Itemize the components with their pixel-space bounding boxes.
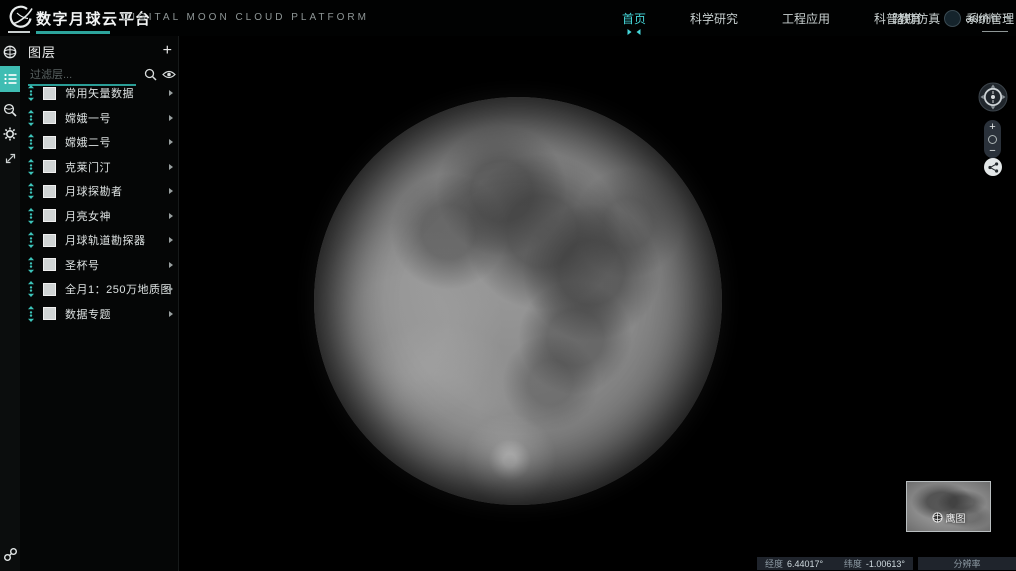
drag-handle-icon[interactable] [28,208,34,224]
coordinate-readout: 经度 6.44017° 纬度 -1.00613° [757,557,913,570]
layer-checkbox[interactable] [43,307,56,320]
layer-tree-item[interactable]: 月球探勘者 [20,179,178,204]
drag-handle-icon[interactable] [28,306,34,322]
layer-tree-item[interactable]: 月球轨道勘探器 [20,228,178,253]
latitude-value: -1.00613° [866,559,905,569]
zoom-out-button[interactable]: − [989,146,995,156]
resolution-label: 分辨率 [953,557,980,570]
chevron-right-icon[interactable] [169,139,173,145]
chevron-right-icon[interactable] [169,286,173,292]
platform-subtitle: DIGITAL MOON CLOUD PLATFORM [122,12,369,23]
layer-checkbox[interactable] [43,209,56,222]
layer-label: 嫦娥二号 [65,134,111,150]
logo-underline [8,31,30,33]
layer-tree-item[interactable]: 月亮女神 [20,204,178,229]
layer-tree-item[interactable]: 圣杯号 [20,253,178,278]
layer-checkbox[interactable] [43,283,56,296]
resolution-readout: 分辨率 [918,557,1016,570]
chevron-right-icon[interactable] [169,188,173,194]
drag-handle-icon[interactable] [28,183,34,199]
expand-icon[interactable] [0,148,20,168]
longitude-label: 经度 [765,557,783,570]
search-globe-icon[interactable] [0,100,20,120]
overview-label: 鹰图 [932,510,966,525]
chevron-right-icon[interactable] [169,237,173,243]
layer-list-icon[interactable] [0,66,20,92]
layer-tree-item[interactable]: 常用矢量数据 [20,81,178,106]
chevron-right-icon[interactable] [169,311,173,317]
link-icon[interactable] [0,544,20,564]
chevron-right-icon[interactable] [169,90,173,96]
chevron-right-icon[interactable] [169,115,173,121]
layer-label: 克莱门汀 [65,159,111,175]
globe-icon[interactable] [0,42,20,62]
layer-label: 月球探勘者 [65,183,123,199]
search-icon[interactable] [144,68,157,81]
nav-active-indicator [628,29,641,35]
layer-tree-item[interactable]: 克莱门汀 [20,155,178,180]
share-button[interactable] [984,158,1002,176]
layer-panel-header: 图层 + [28,39,172,63]
zoom-in-button[interactable]: + [989,122,995,132]
overview-minimap[interactable]: 鹰图 [906,481,991,532]
layer-tree: 常用矢量数据 嫦娥一号 嫦娥二号 克莱门汀 [20,81,178,326]
globe-icon [932,512,943,523]
layer-tree-item[interactable]: 数据专题 [20,302,178,327]
nav-item-science[interactable]: 科学研究 [668,10,760,27]
chevron-right-icon[interactable] [169,262,173,268]
drag-handle-icon[interactable] [28,85,34,101]
layer-label: 月球轨道勘探器 [65,232,146,248]
layer-checkbox[interactable] [43,185,56,198]
share-icon [988,162,999,173]
zoom-reset-button[interactable] [988,135,997,144]
drag-handle-icon[interactable] [28,110,34,126]
layer-tree-item[interactable]: 嫦娥一号 [20,106,178,131]
layer-checkbox[interactable] [43,87,56,100]
platform-logo-icon [8,4,34,30]
globe-viewport[interactable] [179,36,1016,571]
nav-item-engineering[interactable]: 工程应用 [760,10,852,27]
top-bar: 数字月球云平台 DIGITAL MOON CLOUD PLATFORM 首页 科… [0,0,1016,36]
drag-handle-icon[interactable] [28,159,34,175]
layer-checkbox[interactable] [43,234,56,247]
layer-label: 数据专题 [65,306,111,322]
drag-handle-icon[interactable] [28,232,34,248]
eye-icon[interactable] [162,70,176,79]
app-window: 数字月球云平台 DIGITAL MOON CLOUD PLATFORM 首页 科… [0,0,1016,571]
add-layer-button[interactable]: + [163,44,172,58]
nav-item-home[interactable]: 首页 [600,10,668,27]
layer-checkbox[interactable] [43,111,56,124]
settings-gear-icon[interactable] [0,124,20,144]
user-underline [982,31,1008,32]
layer-panel-title: 图层 [28,42,56,61]
chevron-down-icon[interactable] [1004,16,1012,20]
latitude-label: 纬度 [844,557,862,570]
user-name-label: admin [965,11,998,25]
layer-label: 常用矢量数据 [65,85,134,101]
chevron-right-icon[interactable] [169,164,173,170]
layer-checkbox[interactable] [43,136,56,149]
layer-label: 圣杯号 [65,257,100,273]
layer-tree-item[interactable]: 全月1：250万地质图 [20,277,178,302]
tool-rail [0,36,20,571]
layer-label: 嫦娥一号 [65,110,111,126]
layer-label: 全月1：250万地质图 [65,281,172,297]
zoom-control: + − [984,120,1001,158]
moon-globe[interactable] [314,97,722,505]
layer-label: 月亮女神 [65,208,111,224]
drag-handle-icon[interactable] [28,134,34,150]
layer-tree-item[interactable]: 嫦娥二号 [20,130,178,155]
compass-control[interactable] [978,82,1008,112]
title-accent-underline [36,31,110,34]
layer-panel: 图层 + 常用矢量数据 嫦娥一号 [20,36,179,571]
user-org-label: 踏勘仿真 [892,10,940,27]
drag-handle-icon[interactable] [28,281,34,297]
longitude-value: 6.44017° [787,559,823,569]
layer-checkbox[interactable] [43,160,56,173]
chevron-right-icon[interactable] [169,213,173,219]
user-avatar[interactable] [944,10,961,27]
layer-checkbox[interactable] [43,258,56,271]
drag-handle-icon[interactable] [28,257,34,273]
